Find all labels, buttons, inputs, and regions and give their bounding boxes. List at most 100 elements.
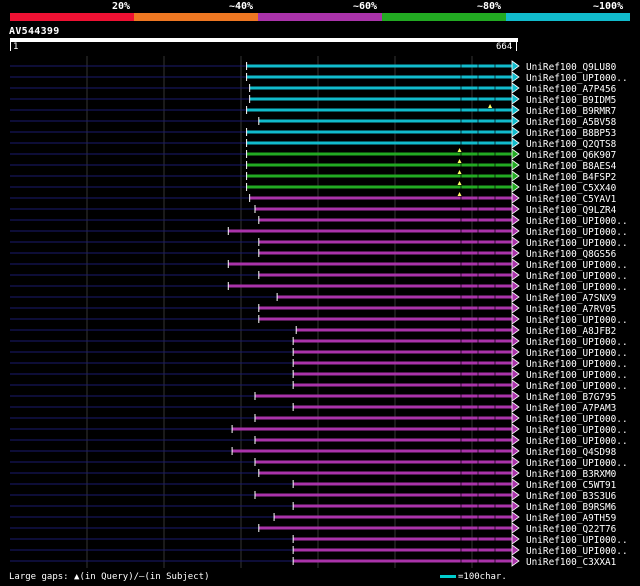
- hit-label[interactable]: UniRef100_UPI000..: [526, 260, 628, 271]
- hit-row[interactable]: UniRef100_UPI000..: [10, 357, 628, 370]
- hit-label[interactable]: UniRef100_UPI000..: [526, 238, 628, 249]
- hit-label[interactable]: UniRef100_B8BP53: [526, 128, 616, 139]
- hit-row[interactable]: UniRef100_C3XXA1: [10, 555, 617, 568]
- hit-gap-mark: [460, 559, 462, 563]
- hit-label[interactable]: UniRef100_Q22T76: [526, 524, 617, 535]
- hit-row[interactable]: UniRef100_UPI000..: [10, 423, 628, 436]
- hit-label[interactable]: UniRef100_C5WT91: [526, 480, 617, 491]
- hit-row[interactable]: UniRef100_A8JFB2: [10, 324, 616, 337]
- hit-label[interactable]: UniRef100_UPI000..: [526, 546, 628, 557]
- hit-label[interactable]: UniRef100_B4FSP2: [526, 172, 616, 183]
- hit-row[interactable]: UniRef100_A7P456: [10, 82, 617, 95]
- hit-row[interactable]: UniRef100_B8BP53: [10, 126, 616, 139]
- hit-label[interactable]: UniRef100_A7PAM3: [526, 403, 616, 414]
- hit-row[interactable]: UniRef100_A5BV58: [10, 115, 617, 128]
- hit-row[interactable]: UniRef100_A7PAM3: [10, 401, 616, 414]
- hit-row[interactable]: UniRef100_UPI000..: [10, 269, 628, 282]
- hit-label[interactable]: UniRef100_C3XXA1: [526, 557, 617, 568]
- hit-row[interactable]: UniRef100_B3RXM0: [10, 467, 617, 480]
- hit-row[interactable]: UniRef100_UPI000..: [10, 434, 628, 447]
- hit-row[interactable]: UniRef100_UPI000..: [10, 379, 628, 392]
- hit-row[interactable]: UniRef100_B9RMR7: [10, 104, 616, 117]
- hit-row[interactable]: UniRef100_Q8GS56: [10, 247, 617, 260]
- hit-label[interactable]: UniRef100_B9RSM6: [526, 502, 617, 513]
- hit-row[interactable]: UniRef100_B4FSP2: [10, 170, 616, 183]
- hit-label[interactable]: UniRef100_UPI000..: [526, 370, 628, 381]
- hit-row[interactable]: UniRef100_B9RSM6: [10, 500, 617, 513]
- hit-label[interactable]: UniRef100_UPI000..: [526, 381, 628, 392]
- hit-label[interactable]: UniRef100_Q4SD98: [526, 447, 617, 458]
- hit-label[interactable]: UniRef100_A9TH59: [526, 513, 617, 524]
- hit-gap-mark: [494, 460, 496, 464]
- hit-gap-mark: [460, 317, 462, 321]
- hit-row[interactable]: UniRef100_UPI000..: [10, 225, 628, 238]
- hit-label[interactable]: UniRef100_C5XX40: [526, 183, 617, 194]
- hit-label[interactable]: UniRef100_Q6K907: [526, 150, 616, 161]
- hit-row[interactable]: UniRef100_Q2QTS8: [10, 137, 617, 150]
- hit-label[interactable]: UniRef100_A7P456: [526, 84, 617, 95]
- hit-label[interactable]: UniRef100_B9RMR7: [526, 106, 616, 117]
- hit-label[interactable]: UniRef100_B8AES4: [526, 161, 617, 172]
- hit-label[interactable]: UniRef100_Q8GS56: [526, 249, 617, 260]
- hit-label[interactable]: UniRef100_A7SNX9: [526, 293, 617, 304]
- hit-row[interactable]: UniRef100_UPI000..: [10, 214, 628, 227]
- hit-row[interactable]: UniRef100_UPI000..: [10, 544, 628, 557]
- hit-row[interactable]: UniRef100_B3S3U6: [10, 489, 617, 502]
- hit-gap-mark: [460, 471, 462, 475]
- hit-label[interactable]: UniRef100_B9IDM5: [526, 95, 616, 106]
- hit-row[interactable]: UniRef100_UPI000..: [10, 533, 628, 546]
- hit-gap-mark: [477, 460, 479, 464]
- hit-row[interactable]: UniRef100_UPI000..: [10, 258, 628, 271]
- hit-label[interactable]: UniRef100_A7RV05: [526, 304, 616, 315]
- hit-row[interactable]: UniRef100_Q4SD98: [10, 445, 617, 458]
- hit-row[interactable]: UniRef100_Q9LU80: [10, 60, 617, 73]
- hit-row[interactable]: UniRef100_UPI000..: [10, 71, 628, 84]
- hit-label[interactable]: UniRef100_Q9LU80: [526, 62, 617, 73]
- hit-label[interactable]: UniRef100_UPI000..: [526, 535, 628, 546]
- hit-row[interactable]: UniRef100_Q9LZR4: [10, 203, 617, 216]
- hit-row[interactable]: UniRef100_B8AES4: [10, 159, 617, 172]
- hit-end-arrow-icon: [511, 522, 520, 534]
- hit-row[interactable]: UniRef100_Q6K907: [10, 148, 616, 161]
- hit-row[interactable]: UniRef100_B7G795: [10, 390, 616, 403]
- hit-label[interactable]: UniRef100_UPI000..: [526, 436, 628, 447]
- hit-label[interactable]: UniRef100_UPI000..: [526, 425, 628, 436]
- hit-label[interactable]: UniRef100_Q2QTS8: [526, 139, 617, 150]
- hit-label[interactable]: UniRef100_C5YAV1: [526, 194, 617, 205]
- hit-label[interactable]: UniRef100_UPI000..: [526, 216, 628, 227]
- hit-row[interactable]: UniRef100_C5YAV1: [10, 192, 617, 205]
- hit-aligned-bar: [293, 537, 512, 541]
- hit-label[interactable]: UniRef100_A8JFB2: [526, 326, 616, 337]
- hit-label[interactable]: UniRef100_UPI000..: [526, 414, 628, 425]
- hit-label[interactable]: UniRef100_B3RXM0: [526, 469, 617, 480]
- hit-row[interactable]: UniRef100_A7RV05: [10, 302, 616, 315]
- hit-label[interactable]: UniRef100_B3S3U6: [526, 491, 617, 502]
- hit-row[interactable]: UniRef100_UPI000..: [10, 456, 628, 469]
- hit-label[interactable]: UniRef100_UPI000..: [526, 271, 628, 282]
- hit-row[interactable]: UniRef100_UPI000..: [10, 280, 628, 293]
- hit-label[interactable]: UniRef100_UPI000..: [526, 337, 628, 348]
- hit-row[interactable]: UniRef100_UPI000..: [10, 313, 628, 326]
- hit-row[interactable]: UniRef100_UPI000..: [10, 346, 628, 359]
- hit-row[interactable]: UniRef100_Q22T76: [10, 522, 617, 535]
- hit-label[interactable]: UniRef100_UPI000..: [526, 73, 628, 84]
- hit-row[interactable]: UniRef100_C5WT91: [10, 478, 617, 491]
- hit-label[interactable]: UniRef100_Q9LZR4: [526, 205, 617, 216]
- hit-row[interactable]: UniRef100_UPI000..: [10, 335, 628, 348]
- hit-row[interactable]: UniRef100_A7SNX9: [10, 291, 617, 304]
- hit-row[interactable]: UniRef100_A9TH59: [10, 511, 617, 524]
- hit-label[interactable]: UniRef100_UPI000..: [526, 315, 628, 326]
- hit-label[interactable]: UniRef100_B7G795: [526, 392, 616, 403]
- hit-row[interactable]: UniRef100_UPI000..: [10, 412, 628, 425]
- hit-label[interactable]: UniRef100_UPI000..: [526, 348, 628, 359]
- hit-row[interactable]: UniRef100_B9IDM5: [10, 93, 616, 106]
- hit-label[interactable]: UniRef100_UPI000..: [526, 227, 628, 238]
- hit-row[interactable]: UniRef100_C5XX40: [10, 181, 617, 194]
- hit-gap-mark: [494, 251, 496, 255]
- hit-label[interactable]: UniRef100_UPI000..: [526, 282, 628, 293]
- hit-label[interactable]: UniRef100_A5BV58: [526, 117, 617, 128]
- hit-row[interactable]: UniRef100_UPI000..: [10, 236, 628, 249]
- hit-label[interactable]: UniRef100_UPI000..: [526, 458, 628, 469]
- hit-row[interactable]: UniRef100_UPI000..: [10, 368, 628, 381]
- hit-label[interactable]: UniRef100_UPI000..: [526, 359, 628, 370]
